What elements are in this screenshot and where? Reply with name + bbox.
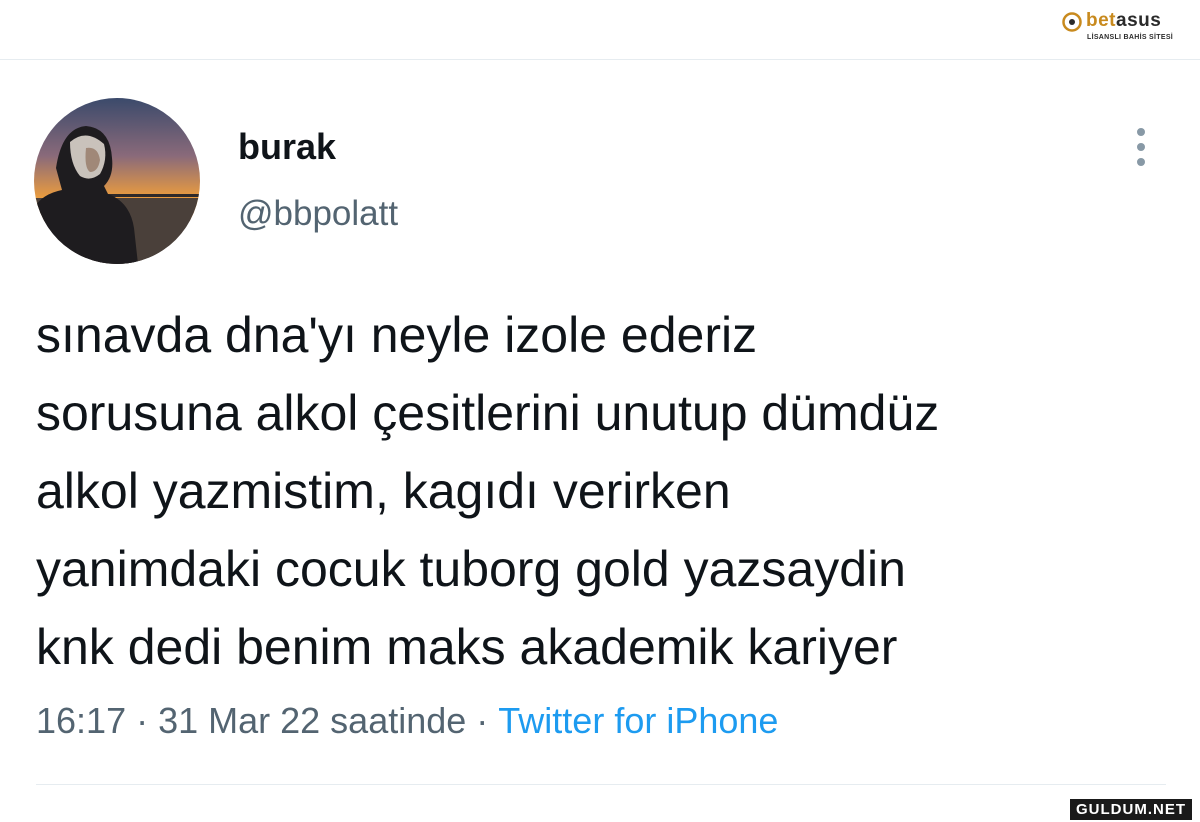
username[interactable]: @bbpolatt (238, 194, 398, 234)
tweet-text-line: knk dedi benim maks akademik kariyer (36, 619, 898, 675)
tweet-text-line: sınavda dna'yı neyle izole ederiz (36, 307, 758, 363)
bottom-divider (36, 784, 1166, 785)
avatar[interactable] (34, 98, 200, 264)
tweet-text-line: yanimdaki cocuk tuborg gold yazsaydin (36, 541, 906, 597)
top-divider (0, 59, 1200, 60)
meta-separator: · (476, 700, 489, 741)
more-options-button[interactable] (1126, 124, 1156, 170)
more-dot (1137, 128, 1145, 136)
meta-separator: · (136, 700, 149, 741)
display-name[interactable]: burak (238, 126, 336, 168)
tweet-text-line: sorusuna alkol çesitlerini unutup dümdüz (36, 385, 940, 441)
top-watermark-logo: betasus LİSANSLI BAHİS SİTESİ (1062, 8, 1186, 46)
tweet-text: sınavda dna'yı neyle izole ederiz sorusu… (36, 296, 1186, 686)
betasus-logo-icon (1062, 12, 1082, 32)
watermark-brand-prefix: bet (1086, 10, 1116, 31)
tweet-date[interactable]: 31 Mar 22 saatinde (158, 700, 466, 741)
watermark-tagline: LİSANSLI BAHİS SİTESİ (1087, 34, 1174, 41)
avatar-photo (34, 98, 200, 264)
more-dot (1137, 143, 1145, 151)
tweet-source-link[interactable]: Twitter for iPhone (498, 700, 778, 741)
bottom-watermark: GULDUM.NET (1070, 799, 1192, 820)
watermark-brand: betasus (1086, 10, 1161, 32)
tweet-meta: 16:17 · 31 Mar 22 saatinde · Twitter for iPh… (36, 700, 778, 742)
tweet-time[interactable]: 16:17 (36, 700, 126, 741)
watermark-brand-suffix: asus (1116, 10, 1162, 31)
more-dot (1137, 158, 1145, 166)
tweet-text-line: alkol yazmistim, kagıdı verirken (36, 463, 731, 519)
tweet-screenshot: betasus LİSANSLI BAHİS SİTESİ burak @bbp… (0, 0, 1200, 822)
